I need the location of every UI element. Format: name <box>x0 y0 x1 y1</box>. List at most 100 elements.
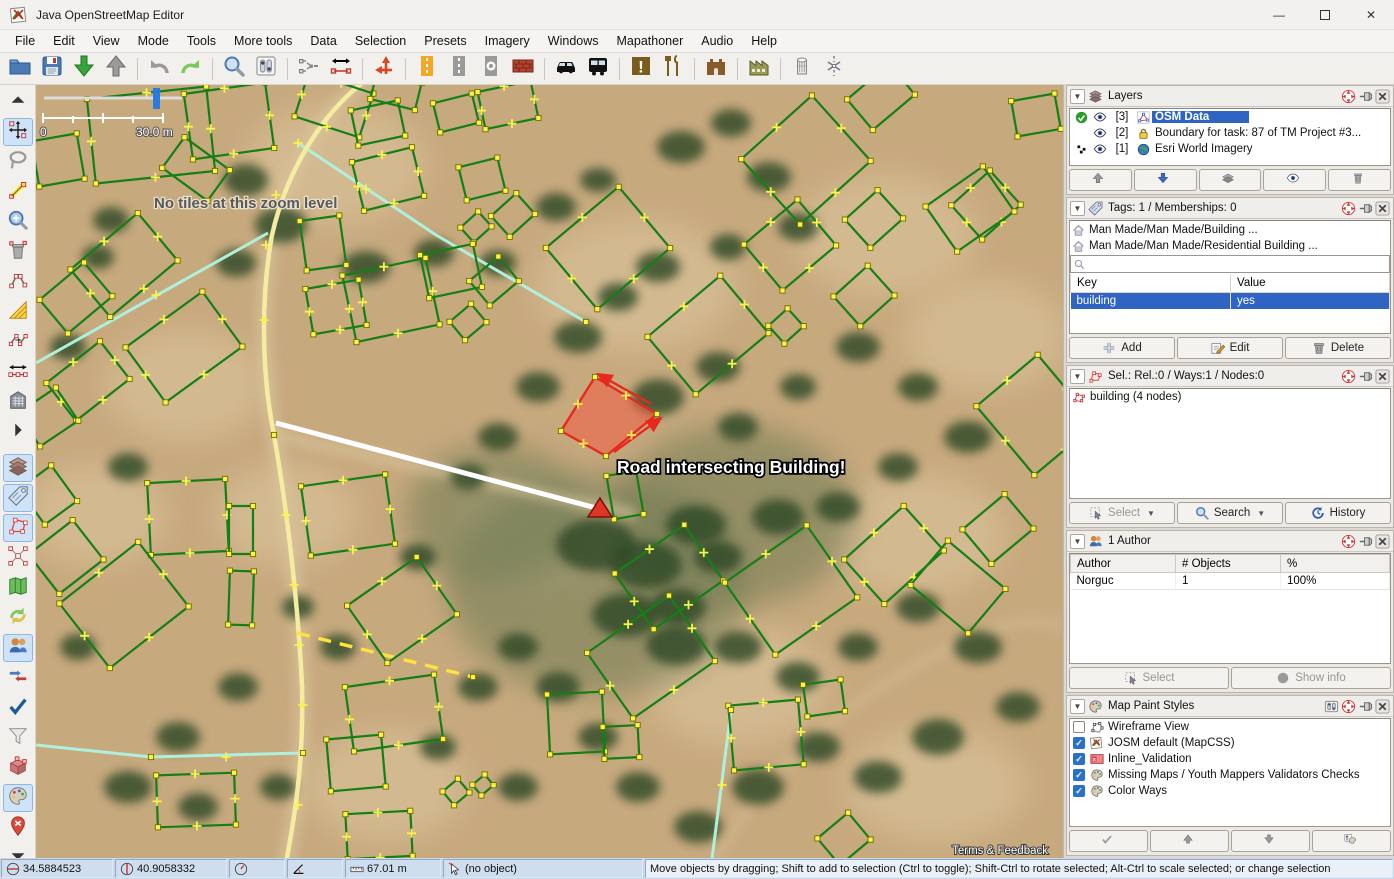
way-node[interactable] <box>403 133 408 138</box>
style-row[interactable]: xInline_Validation <box>1070 751 1390 767</box>
way-node[interactable] <box>456 165 461 170</box>
way-node[interactable] <box>422 193 427 198</box>
way-node[interactable] <box>780 288 785 293</box>
way-node[interactable] <box>583 319 588 324</box>
way-node[interactable] <box>548 752 553 757</box>
way-node[interactable] <box>430 101 435 106</box>
way-node[interactable] <box>226 551 231 556</box>
way-node[interactable] <box>148 754 153 759</box>
way-node[interactable] <box>423 255 428 260</box>
castle-button[interactable] <box>701 55 731 83</box>
select-selection-button[interactable]: Select▼ <box>1069 502 1175 524</box>
way-node[interactable] <box>328 789 333 794</box>
way-node[interactable] <box>923 204 928 209</box>
toggle-relations-button[interactable] <box>3 544 33 572</box>
mode-building-button[interactable] <box>3 388 33 416</box>
way-node[interactable] <box>718 273 723 278</box>
way-node[interactable] <box>592 374 597 379</box>
bus-button[interactable] <box>583 55 613 83</box>
wall-button[interactable] <box>508 55 538 83</box>
way-node[interactable] <box>630 716 635 721</box>
way-node[interactable] <box>464 198 469 203</box>
layer-visibility-toggle[interactable] <box>1090 110 1110 124</box>
imagery-attribution[interactable]: Terms & Feedback <box>952 845 1048 857</box>
layer-merge-button[interactable] <box>1199 169 1262 191</box>
way-node[interactable] <box>412 108 417 113</box>
preferences-button[interactable] <box>251 55 281 83</box>
way-node[interactable] <box>1018 202 1023 207</box>
way-node[interactable] <box>773 652 778 657</box>
way-node[interactable] <box>635 723 640 728</box>
selection-collapse-button[interactable]: ▼ <box>1070 369 1085 384</box>
authors-col-1[interactable]: # Objects <box>1176 555 1281 573</box>
zoom-slider-handle[interactable] <box>153 88 160 109</box>
mode-unglue-button[interactable] <box>3 268 33 296</box>
road-residential-button[interactable] <box>444 55 474 83</box>
way-node[interactable] <box>462 338 467 343</box>
way-node[interactable] <box>136 539 141 544</box>
way-node[interactable] <box>431 672 436 677</box>
way-node[interactable] <box>989 561 994 566</box>
panel-pin-button[interactable] <box>1358 369 1373 384</box>
way-node[interactable] <box>532 211 537 216</box>
panel-close-button[interactable] <box>1375 201 1390 216</box>
way-node[interactable] <box>467 790 472 795</box>
way-node[interactable] <box>1058 126 1063 131</box>
way-node[interactable] <box>882 602 887 607</box>
way-node[interactable] <box>337 213 342 218</box>
way-node[interactable] <box>186 604 191 609</box>
tag-row[interactable]: buildingyes <box>1071 292 1390 309</box>
way-node[interactable] <box>901 216 906 221</box>
close-button[interactable]: ✕ <box>1348 0 1394 30</box>
toggle-changeset-button[interactable] <box>3 604 33 632</box>
road-tertiary-button[interactable] <box>412 55 442 83</box>
way-node[interactable] <box>483 127 488 132</box>
way-node[interactable] <box>1052 91 1057 96</box>
expand-right-button[interactable] <box>3 418 33 446</box>
mode-draw-button[interactable] <box>3 178 33 206</box>
car-button[interactable] <box>551 55 581 83</box>
way-node[interactable] <box>960 527 965 532</box>
menu-data[interactable]: Data <box>301 31 345 51</box>
maximize-button[interactable] <box>1302 0 1348 30</box>
layer-visibility-toggle[interactable] <box>1090 126 1110 140</box>
way-node[interactable] <box>226 503 231 508</box>
way-node[interactable] <box>558 428 563 433</box>
way-node[interactable] <box>364 322 369 327</box>
way-node[interactable] <box>356 277 361 282</box>
way-node[interactable] <box>250 623 255 628</box>
style-checkbox[interactable] <box>1073 769 1085 781</box>
way-node[interactable] <box>1031 526 1036 531</box>
way-node[interactable] <box>213 168 218 173</box>
way-node[interactable] <box>536 115 541 120</box>
way-node[interactable] <box>441 736 446 741</box>
way-node[interactable] <box>487 303 492 308</box>
way-node[interactable] <box>739 157 744 162</box>
way-node[interactable] <box>491 783 496 788</box>
way-node[interactable] <box>475 89 480 94</box>
selection-item[interactable]: building (4 nodes) <box>1070 389 1390 405</box>
way-node[interactable] <box>798 222 803 227</box>
split-way-button[interactable] <box>369 55 399 83</box>
way-node[interactable] <box>200 289 205 294</box>
toggle-filter-button[interactable] <box>3 724 33 752</box>
expand-down-button[interactable] <box>3 844 33 858</box>
way-node[interactable] <box>361 208 366 213</box>
layer-visibility-toggle[interactable] <box>1090 142 1110 156</box>
way-node[interactable] <box>232 770 237 775</box>
authors-col-0[interactable]: Author <box>1071 555 1176 573</box>
toggle-authors-button[interactable] <box>3 634 33 662</box>
way-node[interactable] <box>38 444 43 449</box>
menu-audio[interactable]: Audio <box>692 31 742 51</box>
way-node[interactable] <box>414 554 419 559</box>
way-node[interactable] <box>766 331 771 336</box>
layer-visibility-button[interactable] <box>1263 169 1326 191</box>
panel-close-button[interactable] <box>1375 699 1390 714</box>
way-node[interactable] <box>409 145 414 150</box>
way-node[interactable] <box>602 756 607 761</box>
way-node[interactable] <box>470 241 475 246</box>
way-node[interactable] <box>57 591 62 596</box>
way-node[interactable] <box>383 784 388 789</box>
way-node[interactable] <box>516 278 521 283</box>
way-node[interactable] <box>385 660 390 665</box>
